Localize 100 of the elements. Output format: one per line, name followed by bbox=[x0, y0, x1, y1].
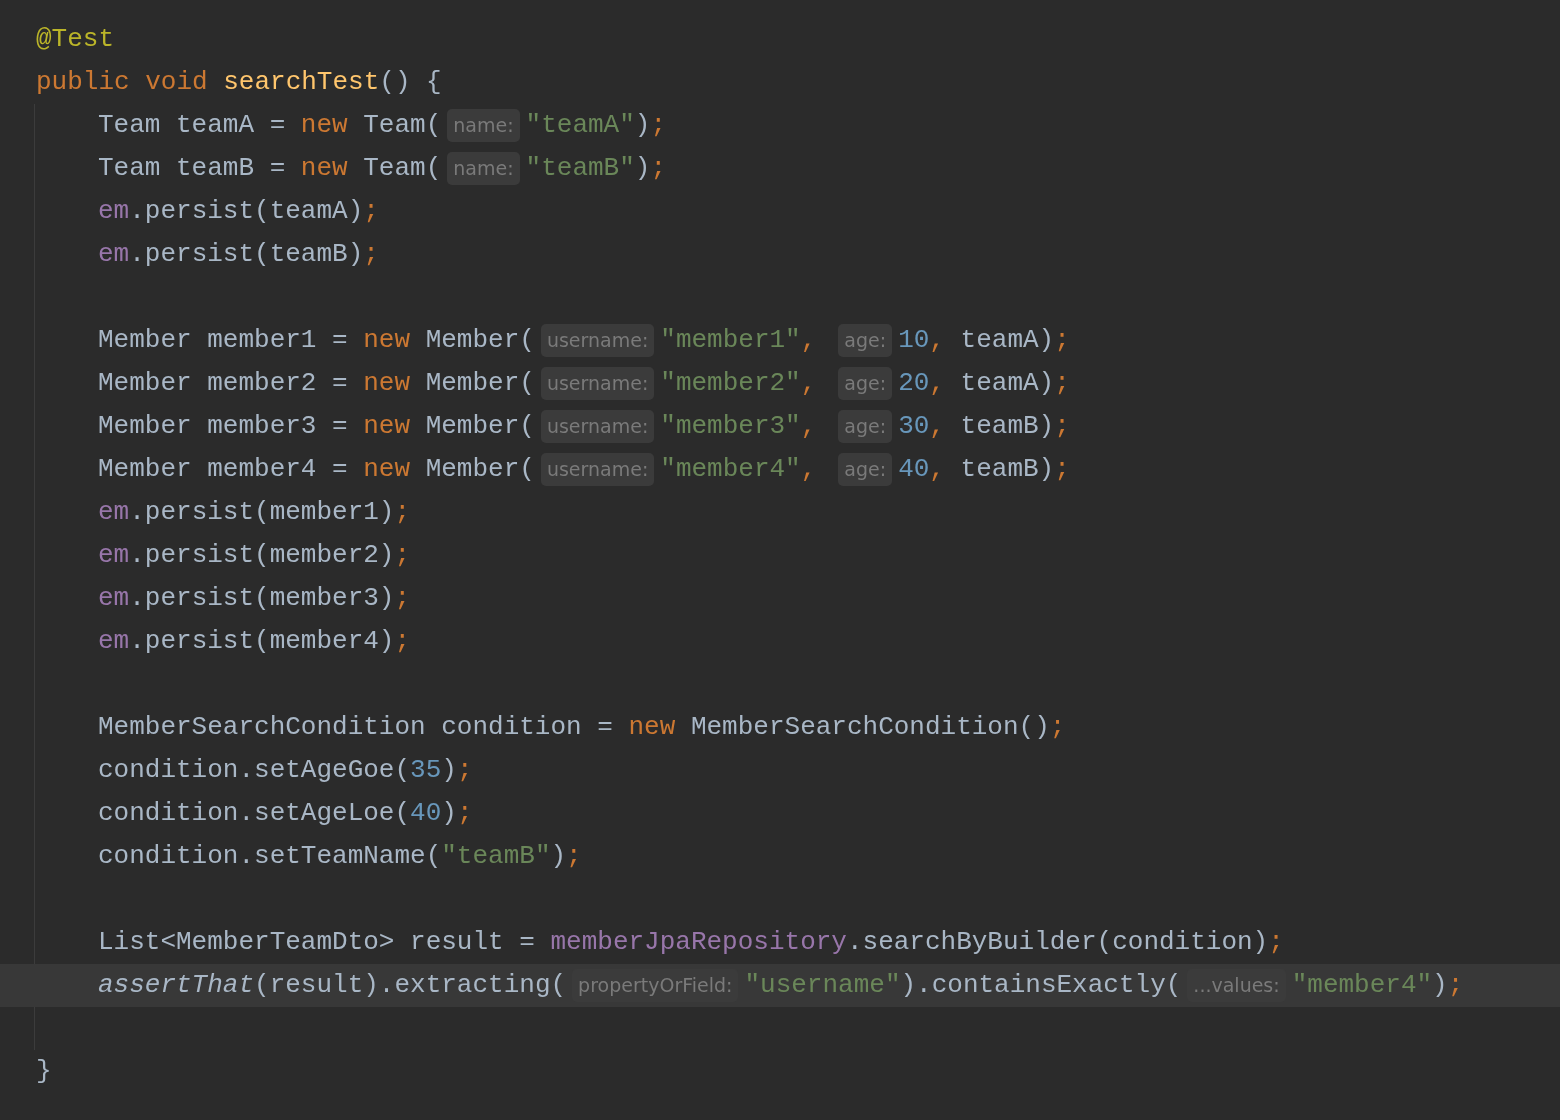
code-text: .persist(member1) bbox=[129, 496, 395, 529]
code-text: ) bbox=[550, 840, 567, 873]
punctuation-text: ; bbox=[363, 238, 379, 271]
code-text: teamB) bbox=[959, 410, 1055, 443]
keyword-text: new bbox=[300, 152, 348, 185]
punctuation-text: , bbox=[800, 410, 817, 443]
punctuation-text: ; bbox=[566, 840, 582, 873]
keyword-text: new bbox=[628, 711, 676, 744]
code-text: ) bbox=[634, 152, 651, 185]
code-text: Member( bbox=[424, 453, 535, 486]
number-literal: 40 bbox=[898, 453, 930, 486]
parameter-hint: username: bbox=[540, 324, 655, 357]
punctuation-text: ; bbox=[456, 754, 473, 787]
code-text: .persist(member2) bbox=[129, 539, 395, 572]
number-literal: 40 bbox=[410, 797, 442, 830]
code-text: Member member4 = bbox=[98, 453, 349, 486]
parameter-hint: age: bbox=[838, 367, 893, 400]
field-name: em bbox=[98, 539, 130, 572]
method-name: searchTest bbox=[222, 66, 380, 99]
parameter-hint: age: bbox=[838, 324, 893, 357]
code-text: condition.setTeamName( bbox=[98, 840, 442, 873]
punctuation-text: ; bbox=[1054, 324, 1070, 357]
punctuation-text: ; bbox=[1268, 926, 1284, 959]
code-text: Member( bbox=[424, 324, 535, 357]
punctuation-text: , bbox=[929, 324, 945, 357]
punctuation-text: , bbox=[800, 453, 817, 486]
code-text: ) bbox=[1432, 969, 1448, 1002]
field-name: em bbox=[98, 195, 130, 228]
number-literal: 20 bbox=[898, 367, 930, 400]
string-literal: "member3" bbox=[660, 410, 801, 443]
code-text: Team( bbox=[362, 109, 442, 142]
code-text: Team teamA = bbox=[98, 109, 287, 142]
field-name: em bbox=[98, 238, 130, 271]
string-literal: "member4" bbox=[660, 453, 801, 486]
code-text: ) bbox=[441, 797, 457, 830]
punctuation-text: ; bbox=[1054, 367, 1070, 400]
code-text: .persist(member3) bbox=[129, 582, 395, 615]
parameter-hint: name: bbox=[447, 109, 520, 142]
code-text: condition.setAgeGoe( bbox=[98, 754, 411, 787]
code-text: Team teamB = bbox=[98, 152, 287, 185]
code-text: } bbox=[36, 1055, 52, 1088]
keyword-text: new bbox=[363, 453, 411, 486]
punctuation-text: ; bbox=[394, 625, 411, 658]
parameter-hint: name: bbox=[447, 152, 520, 185]
code-text: ) bbox=[441, 754, 457, 787]
code-text: ).containsExactly( bbox=[900, 969, 1182, 1002]
code-text: ) bbox=[634, 109, 651, 142]
string-literal: "member2" bbox=[660, 367, 801, 400]
keyword-text: new bbox=[363, 410, 411, 443]
code-text: teamB) bbox=[959, 453, 1055, 486]
code-text: Team( bbox=[362, 152, 442, 185]
punctuation-text: , bbox=[929, 410, 945, 443]
static-call-text: assertThat bbox=[98, 969, 255, 1002]
code-text: teamA) bbox=[959, 367, 1055, 400]
parameter-hint: username: bbox=[540, 410, 655, 443]
string-literal: "teamB" bbox=[525, 152, 635, 185]
code-text: .persist(teamA) bbox=[129, 195, 364, 228]
keyword-text: new bbox=[363, 367, 411, 400]
punctuation-text: , bbox=[929, 367, 945, 400]
code-text: MemberSearchCondition() bbox=[689, 711, 1050, 744]
punctuation-text: ; bbox=[394, 582, 411, 615]
parameter-hint: age: bbox=[838, 410, 893, 443]
code-text: Member( bbox=[424, 410, 535, 443]
code-text: .persist(member4) bbox=[129, 625, 395, 658]
code-text: Member member1 = bbox=[98, 324, 349, 357]
code-text: (result).extracting( bbox=[254, 969, 567, 1002]
number-literal: 30 bbox=[898, 410, 930, 443]
code-text: () { bbox=[379, 66, 442, 99]
punctuation-text: ; bbox=[1447, 969, 1464, 1002]
punctuation-text: ; bbox=[650, 152, 666, 185]
code-text: teamA) bbox=[959, 324, 1055, 357]
punctuation-text: ; bbox=[456, 797, 473, 830]
punctuation-text: ; bbox=[394, 496, 411, 529]
parameter-hint: age: bbox=[838, 453, 893, 486]
code-text: .searchByBuilder(condition) bbox=[846, 926, 1269, 959]
field-name: em bbox=[98, 625, 130, 658]
punctuation-text: ; bbox=[1054, 410, 1070, 443]
string-literal: "teamA" bbox=[525, 109, 635, 142]
keyword-text: new bbox=[300, 109, 348, 142]
parameter-hint: username: bbox=[540, 367, 655, 400]
punctuation-text: ; bbox=[650, 109, 666, 142]
punctuation-text: , bbox=[800, 324, 817, 357]
code-text: Member( bbox=[424, 367, 535, 400]
code-text: condition.setAgeLoe( bbox=[98, 797, 411, 830]
code-text: List<MemberTeamDto> result = bbox=[98, 926, 536, 959]
code-text: .persist(teamB) bbox=[129, 238, 364, 271]
number-literal: 35 bbox=[410, 754, 442, 787]
annotation-text: @Test bbox=[36, 23, 114, 56]
field-name: em bbox=[98, 496, 130, 529]
string-literal: "teamB" bbox=[441, 840, 551, 873]
code-text: MemberSearchCondition condition = bbox=[98, 711, 614, 744]
number-literal: 10 bbox=[898, 324, 930, 357]
field-name: memberJpaRepository bbox=[550, 926, 847, 959]
punctuation-text: , bbox=[929, 453, 945, 486]
code-text: Member member2 = bbox=[98, 367, 349, 400]
punctuation-text: ; bbox=[363, 195, 379, 228]
parameter-hint: username: bbox=[540, 453, 655, 486]
string-literal: "member4" bbox=[1291, 969, 1433, 1002]
keyword-text: public void bbox=[36, 66, 208, 99]
code-text: Member member3 = bbox=[98, 410, 349, 443]
